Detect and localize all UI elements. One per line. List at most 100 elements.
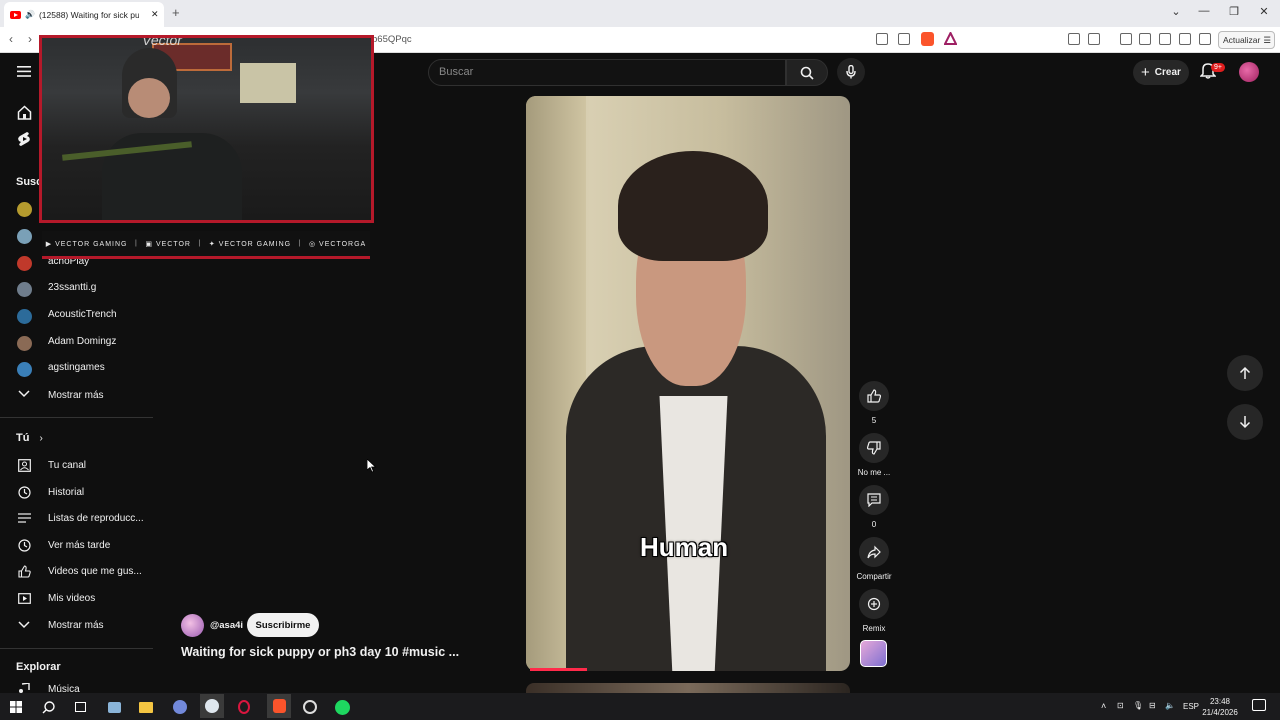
account-avatar[interactable]: [1239, 62, 1259, 82]
channel-icon: [17, 458, 32, 473]
channel-avatar[interactable]: [17, 362, 32, 377]
steam-icon[interactable]: [200, 694, 224, 718]
dislike-label: No me ...: [857, 468, 891, 477]
channel-avatar[interactable]: [17, 202, 32, 217]
taskbar-clock[interactable]: 23:48 21/4/2026: [1200, 696, 1240, 718]
update-button[interactable]: Actualizar ☰: [1218, 31, 1275, 49]
streamer-face: [128, 78, 170, 118]
back-icon[interactable]: ‹: [9, 32, 13, 46]
previous-short-button[interactable]: [1227, 355, 1263, 391]
vpn-icon[interactable]: [1199, 33, 1211, 45]
sidebar-item-channel[interactable]: Tu canal: [48, 460, 86, 471]
watch-later-icon: [17, 538, 32, 553]
browser-tab[interactable]: 🔊 (12588) Waiting for sick pupp ✕: [4, 2, 164, 27]
channel-avatar[interactable]: [17, 256, 32, 271]
channel-avatar[interactable]: [17, 282, 32, 297]
share-label: Compartir: [856, 572, 892, 581]
next-short-preview[interactable]: [526, 683, 850, 693]
comments-button[interactable]: [859, 485, 889, 515]
discord-icon[interactable]: [170, 697, 190, 717]
subscribe-button[interactable]: Suscribirme: [247, 613, 319, 637]
brave-rewards-icon[interactable]: [944, 32, 957, 45]
search-icon[interactable]: [38, 697, 58, 717]
remix-button[interactable]: [859, 589, 889, 619]
obs-icon[interactable]: [300, 697, 320, 717]
create-button[interactable]: + Crear: [1133, 60, 1189, 85]
minimize-button[interactable]: —: [1194, 5, 1214, 17]
tab-list-chevron-icon[interactable]: ⌄: [1166, 5, 1186, 18]
task-view-icon[interactable]: [70, 697, 90, 717]
speaker-icon[interactable]: 🔊: [25, 10, 35, 19]
tray-chevron-up-icon[interactable]: ˄: [1101, 701, 1106, 711]
sidebar-item-playlists[interactable]: Listas de reproducc...: [48, 513, 144, 524]
next-short-button[interactable]: [1227, 404, 1263, 440]
windows-start-icon[interactable]: [6, 697, 26, 717]
channel-avatar[interactable]: [181, 614, 204, 637]
share-button[interactable]: [859, 537, 889, 567]
wallet-icon[interactable]: [1159, 33, 1171, 45]
channel-avatar[interactable]: [17, 229, 32, 244]
close-tab-icon[interactable]: ✕: [151, 9, 159, 20]
cast-icon[interactable]: [876, 33, 888, 45]
youtube-favicon-icon: [10, 10, 21, 19]
sidebar-icon[interactable]: [1139, 33, 1151, 45]
app-icon[interactable]: [104, 697, 124, 717]
tray-volume-icon[interactable]: 🔈: [1165, 701, 1175, 710]
tray-mic-icon[interactable]: 🎙: [1133, 701, 1143, 710]
channel-avatar[interactable]: [17, 336, 32, 351]
social-instagram: VECTORGA: [319, 240, 367, 248]
video-progress-bar[interactable]: [530, 668, 587, 671]
video-caption: Human: [640, 532, 729, 562]
tab-search-icon[interactable]: [1088, 33, 1100, 45]
tray-network-icon[interactable]: ⊡: [1117, 701, 1124, 710]
brave-icon[interactable]: [267, 694, 291, 718]
tray-wifi-icon[interactable]: ⊟: [1149, 701, 1156, 710]
sound-thumbnail[interactable]: [860, 640, 887, 667]
voice-search-button[interactable]: [837, 58, 865, 86]
extensions-icon[interactable]: [1068, 33, 1080, 45]
dislike-button[interactable]: [859, 433, 889, 463]
opera-gx-icon[interactable]: [234, 697, 254, 717]
sidebar-item-my-videos[interactable]: Mis videos: [48, 593, 95, 604]
new-tab-button[interactable]: +: [172, 5, 180, 20]
channel-avatar[interactable]: [17, 309, 32, 324]
social-twitter: VECTOR GAMING: [218, 240, 292, 248]
sidebar-item-watch-later[interactable]: Ver más tarde: [48, 540, 110, 551]
spotify-icon[interactable]: [332, 697, 352, 717]
like-count: 5: [871, 416, 877, 425]
show-more-you[interactable]: Mostrar más: [48, 620, 104, 631]
channel-handle[interactable]: @asa4i: [210, 620, 243, 631]
like-button[interactable]: [859, 381, 889, 411]
arrow-up-icon: [1239, 366, 1251, 379]
shorts-icon[interactable]: [17, 131, 32, 147]
arrow-down-icon: [1239, 416, 1251, 429]
leo-icon[interactable]: [1179, 33, 1191, 45]
maximize-button[interactable]: ❐: [1224, 5, 1244, 18]
home-icon[interactable]: [17, 105, 32, 120]
sidebar-item-history[interactable]: Historial: [48, 487, 84, 498]
brave-shield-icon[interactable]: [921, 32, 934, 46]
share-icon[interactable]: [898, 33, 910, 45]
sidebar-item-liked[interactable]: Videos que me gus...: [48, 566, 142, 577]
forward-icon[interactable]: ›: [28, 32, 32, 46]
hamburger-menu-icon[interactable]: [17, 66, 31, 77]
notification-center-icon[interactable]: [1252, 699, 1266, 711]
you-section-link[interactable]: Tú ›: [16, 432, 43, 444]
sidebar-subscription-item[interactable]: AcousticTrench: [48, 309, 117, 320]
shorts-video-player[interactable]: [526, 96, 850, 671]
media-icon[interactable]: [1120, 33, 1132, 45]
url-field[interactable]: b65QPqc: [372, 34, 412, 45]
search-input[interactable]: [439, 64, 769, 80]
menu-icon: ☰: [1263, 34, 1271, 45]
search-button[interactable]: [786, 59, 828, 86]
show-more-subscriptions[interactable]: Mostrar más: [48, 390, 104, 401]
sidebar-divider: [0, 648, 153, 649]
sidebar-subscription-item[interactable]: 23ssantti.g: [48, 282, 96, 293]
file-explorer-icon[interactable]: [136, 697, 156, 717]
sidebar-subscription-item[interactable]: Adam Domingz: [48, 336, 116, 347]
language-indicator[interactable]: ESP: [1183, 702, 1199, 711]
short-title[interactable]: Waiting for sick puppy or ph3 day 10 #mu…: [181, 645, 459, 659]
social-youtube: VECTOR GAMING: [55, 240, 128, 248]
close-window-button[interactable]: ✕: [1254, 5, 1274, 18]
sidebar-subscription-item[interactable]: agstingames: [48, 362, 105, 373]
